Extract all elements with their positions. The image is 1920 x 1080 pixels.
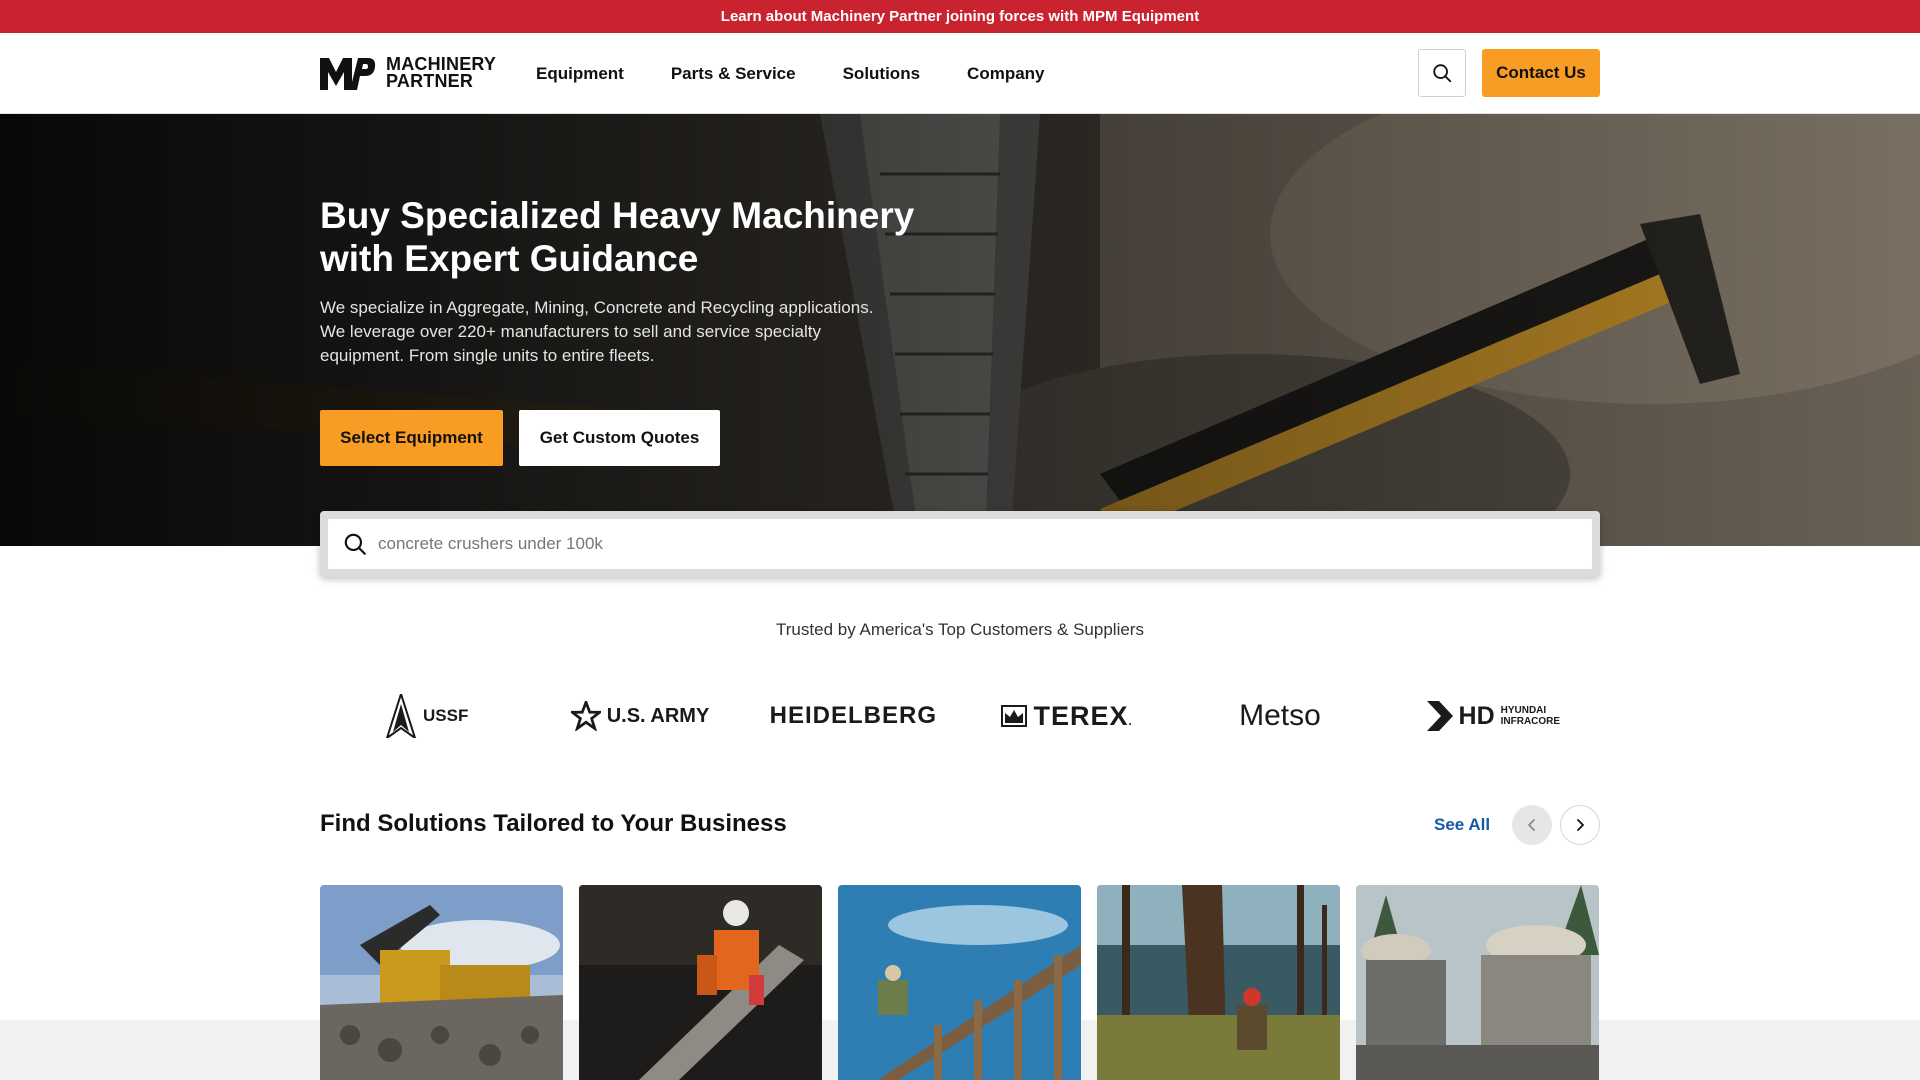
machinery-partner-logo-icon	[320, 58, 376, 90]
solutions-carousel	[320, 885, 1600, 1080]
logo-metso: Metso	[1173, 686, 1386, 746]
concrete-worker-image	[579, 885, 822, 1080]
solution-card-construction[interactable]	[838, 885, 1081, 1080]
partner-logos: USSF U.S. ARMY HEIDELBERG TEREX . Metso …	[320, 686, 1600, 746]
trusted-heading: Trusted by America's Top Customers & Sup…	[776, 620, 1144, 639]
get-custom-quotes-button[interactable]: Get Custom Quotes	[519, 410, 720, 466]
carousel-prev-button[interactable]	[1512, 805, 1552, 845]
chevron-right-icon	[1577, 819, 1584, 831]
logo-metso-text: Metso	[1239, 699, 1321, 732]
select-equipment-button[interactable]: Select Equipment	[320, 410, 503, 466]
construction-frame-image	[838, 885, 1081, 1080]
search-icon	[1433, 64, 1452, 83]
brand-line-2: PARTNER	[386, 71, 474, 91]
announcement-bar[interactable]: Learn about Machinery Partner joining fo…	[0, 0, 1920, 33]
logo-us-army: U.S. ARMY	[533, 686, 746, 746]
logo-terex: TEREX .	[960, 686, 1173, 746]
nav-company[interactable]: Company	[967, 64, 1044, 84]
contact-us-button[interactable]: Contact Us	[1482, 49, 1600, 97]
nav-parts-service[interactable]: Parts & Service	[671, 64, 796, 84]
star-icon	[570, 701, 601, 731]
nav-equipment[interactable]: Equipment	[536, 64, 624, 84]
dump-trucks-image	[1356, 885, 1599, 1080]
chevron-left-icon	[1528, 819, 1535, 831]
excavator-image	[320, 885, 563, 1080]
logo-hd-text: HD	[1458, 701, 1495, 730]
top-navigation: MACHINERY PARTNER Equipment Parts & Serv…	[0, 33, 1920, 114]
brand-wordmark: MACHINERY PARTNER	[386, 55, 496, 91]
logo-terex-suffix: .	[1128, 714, 1132, 728]
equipment-search-input[interactable]	[378, 534, 1558, 554]
solutions-title: Find Solutions Tailored to Your Business	[320, 810, 787, 837]
logo-hyundai-line2: INFRACORE	[1500, 716, 1561, 727]
solution-card-concrete[interactable]	[579, 885, 822, 1080]
hero-section: Buy Specialized Heavy Machinery with Exp…	[0, 114, 1920, 546]
search-container	[320, 511, 1600, 577]
logo-ussf: USSF	[320, 686, 533, 746]
search-box[interactable]	[328, 519, 1592, 569]
main-menu: Equipment Parts & Service Solutions Comp…	[536, 33, 1045, 114]
logo-heidelberg-text: HEIDELBERG	[769, 702, 937, 729]
logo-hyundai: HD HYUNDAI INFRACORE	[1387, 686, 1600, 746]
terex-icon	[1001, 705, 1028, 727]
logo-hyundai-line1: HYUNDAI	[1500, 705, 1547, 716]
logo-hyundai-sub: HYUNDAI INFRACORE	[1501, 705, 1560, 727]
logo-ussf-text: USSF	[422, 706, 469, 725]
hyundai-icon	[1426, 701, 1453, 731]
logo-us-army-text: U.S. ARMY	[606, 704, 710, 727]
brand-logo[interactable]: MACHINERY PARTNER	[320, 55, 496, 91]
solution-card-excavator[interactable]	[320, 885, 563, 1080]
carousel-next-button[interactable]	[1560, 805, 1600, 845]
forestry-worker-image	[1097, 885, 1340, 1080]
hero-title: Buy Specialized Heavy Machinery with Exp…	[320, 195, 915, 279]
nav-search-button[interactable]	[1418, 49, 1466, 97]
logo-heidelberg: HEIDELBERG	[747, 686, 960, 746]
solution-card-trucks[interactable]	[1356, 885, 1599, 1080]
solution-card-forestry[interactable]	[1097, 885, 1340, 1080]
hero-description: We specialize in Aggregate, Mining, Conc…	[320, 298, 874, 365]
hero-background-image	[0, 114, 1920, 546]
see-all-link[interactable]: See All	[1434, 815, 1490, 835]
delta-icon	[385, 694, 417, 738]
announcement-text[interactable]: Learn about Machinery Partner joining fo…	[721, 8, 1199, 25]
search-icon	[344, 533, 366, 555]
nav-solutions[interactable]: Solutions	[843, 64, 920, 84]
logo-terex-text: TEREX	[1033, 700, 1129, 731]
